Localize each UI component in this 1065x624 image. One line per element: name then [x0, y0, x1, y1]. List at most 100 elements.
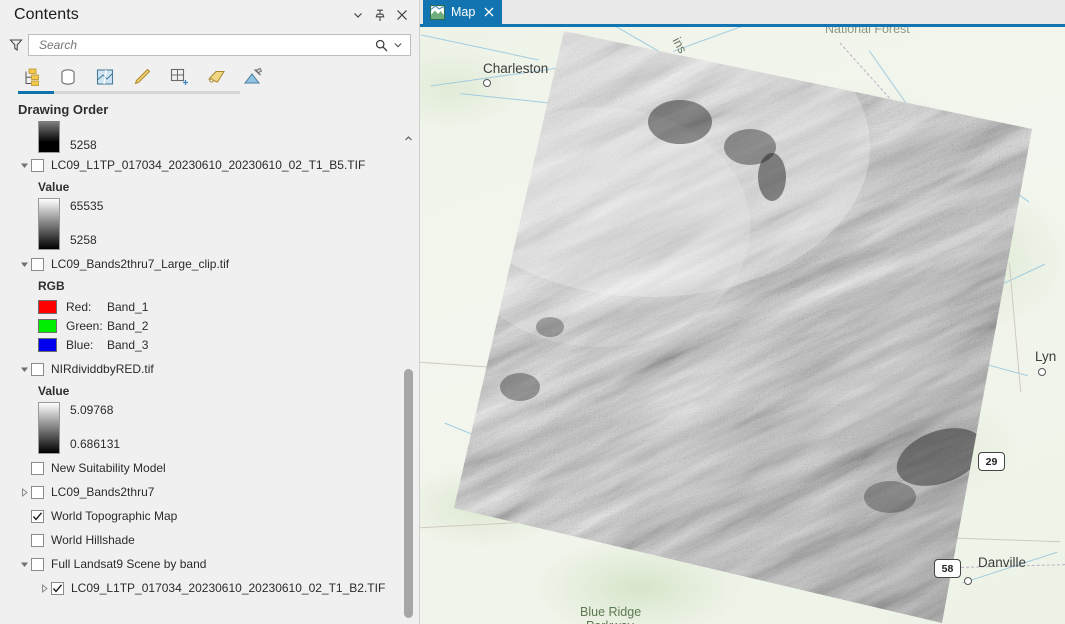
layer-checkbox-checked[interactable] [31, 509, 44, 523]
city-dot-lynchburg [1038, 368, 1046, 376]
contents-pane-header: Contents [0, 0, 419, 30]
layer-checkbox[interactable] [31, 533, 44, 547]
layer-label: World Hillshade [51, 533, 135, 547]
layer-row-world-hillshade[interactable]: World Hillshade [18, 528, 397, 552]
layer-row-landsat-b5[interactable]: LC09_L1TP_017034_20230610_20230610_02_T1… [18, 153, 397, 177]
layer-label: Full Landsat9 Scene by band [51, 557, 207, 571]
layer-row-world-topographic-map[interactable]: World Topographic Map [18, 504, 397, 528]
filter-icon[interactable] [4, 34, 28, 56]
toolbar-active-indicator [18, 91, 240, 94]
route-number: 29 [985, 455, 998, 468]
place-label-national-forest: National Forest [825, 27, 910, 36]
rgb-channel-name: Blue: [66, 337, 94, 352]
color-swatch-green [38, 318, 57, 333]
layer-checkbox[interactable] [31, 557, 44, 571]
layer-row-full-landsat9-scene-by-band[interactable]: Full Landsat9 Scene by band [18, 552, 397, 576]
tab-close-icon[interactable] [484, 7, 494, 17]
place-label-charleston: Charleston [483, 61, 549, 76]
layer-label: LC09_Bands2thru7 [51, 485, 155, 499]
search-input[interactable] [37, 37, 372, 53]
tab-map[interactable]: Map [423, 0, 503, 24]
layer-row-new-suitability-model[interactable]: New Suitability Model [18, 456, 397, 480]
layer-checkbox[interactable] [31, 485, 44, 499]
list-by-drawing-order-icon[interactable] [18, 64, 44, 90]
layer-label: LC09_L1TP_017034_20230610_20230610_02_T1… [71, 581, 386, 595]
layer-row-bands2thru7[interactable]: LC09_Bands2thru7 [18, 480, 397, 504]
layer-label: LC09_L1TP_017034_20230610_20230610_02_T1… [51, 158, 366, 172]
layer-checkbox-checked[interactable] [51, 581, 64, 595]
contents-scrollbar[interactable] [400, 130, 417, 624]
expand-arrow-right-icon[interactable] [38, 582, 51, 595]
list-by-charts-icon[interactable] [240, 64, 266, 90]
close-icon[interactable] [391, 4, 413, 26]
rgb-channel-red: Red: Band_1 [18, 297, 397, 316]
drawing-order-label: Drawing Order [18, 102, 109, 117]
tab-label: Map [451, 5, 476, 19]
expand-arrow-down-icon[interactable] [18, 159, 31, 172]
list-by-selection-icon[interactable] [92, 64, 118, 90]
layer-label: New Suitability Model [51, 461, 166, 475]
list-by-labeling-icon[interactable] [203, 64, 229, 90]
place-label-blue-ridge-parkway-line1: Blue Ridge [580, 605, 642, 619]
legend-heading-value-b5: Value [38, 180, 70, 194]
layer-label: LC09_Bands2thru7_Large_clip.tif [51, 257, 230, 271]
arcgis-pro-window: Contents Search Drawing Order 5258 LC09_… [0, 0, 1065, 624]
scrollbar-track[interactable] [404, 147, 413, 624]
layer-checkbox[interactable] [31, 257, 44, 271]
search-row [0, 32, 419, 58]
chevron-down-icon[interactable] [347, 4, 369, 26]
list-by-editing-icon[interactable] [129, 64, 155, 90]
layer-checkbox[interactable] [31, 362, 44, 376]
list-by-snapping-icon[interactable] [166, 64, 192, 90]
color-swatch-blue [38, 337, 57, 352]
search-icon[interactable] [372, 36, 390, 54]
layer-row-landsat-b2[interactable]: LC09_L1TP_017034_20230610_20230610_02_T1… [18, 576, 397, 600]
legend-low-label: 5258 [70, 138, 97, 152]
rgb-band-name: Band_3 [107, 337, 149, 352]
map-canvas[interactable]: Charleston Danville Lyn National Forest … [420, 27, 1065, 624]
scroll-up-arrow-icon[interactable] [400, 130, 417, 147]
city-dot-charleston [483, 79, 491, 87]
legend-gradient-nir: 5.09768 0.686131 [18, 402, 397, 454]
place-label-blue-ridge-parkway-line2: Parkway [586, 619, 634, 624]
legend-low-label: 5258 [70, 233, 97, 247]
color-swatch-red [38, 299, 57, 314]
rgb-channel-name: Green: [66, 318, 103, 333]
layer-row-bands2thru7-large-clip[interactable]: LC09_Bands2thru7_Large_clip.tif [18, 252, 397, 276]
rgb-band-name: Band_1 [107, 299, 149, 314]
legend-high-label: 5.09768 [70, 403, 114, 417]
route-shield-29: 29 [978, 452, 1005, 471]
expand-arrow-down-icon[interactable] [18, 558, 31, 571]
list-by-data-source-icon[interactable] [55, 64, 81, 90]
page-title: Contents [14, 6, 79, 23]
expand-arrow-right-icon[interactable] [18, 486, 31, 499]
expand-arrow-down-icon[interactable] [18, 363, 31, 376]
route-number: 58 [941, 562, 954, 575]
rgb-channel-green: Green: Band_2 [18, 316, 397, 335]
rgb-channel-name: Red: [66, 299, 92, 314]
legend-gradient-b5: 65535 5258 [18, 198, 397, 250]
legend-heading-rgb: RGB [38, 279, 65, 293]
landsat-scene-raster [420, 27, 1065, 624]
layer-label: NIRdividdbyRED.tif [51, 362, 154, 376]
rgb-band-name: Band_2 [107, 318, 149, 333]
place-label-danville: Danville [978, 555, 1027, 570]
legend-heading-value-nir: Value [38, 384, 70, 398]
contents-pane: Contents Search Drawing Order 5258 LC09_… [0, 0, 420, 624]
pin-icon[interactable] [369, 4, 391, 26]
expand-arrow-down-icon[interactable] [18, 258, 31, 271]
scrollbar-thumb[interactable] [404, 369, 413, 618]
layer-checkbox[interactable] [31, 158, 44, 172]
layer-row-nir-divided-by-red[interactable]: NIRdividdbyRED.tif [18, 357, 397, 381]
search-box[interactable] [28, 34, 411, 56]
map-icon [430, 4, 445, 20]
legend-gradient-partial: 5258 [18, 121, 397, 153]
layer-label: World Topographic Map [51, 509, 178, 523]
place-label-lynchburg: Lyn [1035, 349, 1057, 364]
legend-high-label: 65535 [70, 199, 104, 213]
rgb-channel-blue: Blue: Band_3 [18, 335, 397, 354]
search-chevron-down-icon[interactable] [390, 36, 406, 54]
contents-listing-toolbar [0, 58, 419, 96]
city-dot-danville [964, 577, 972, 585]
layer-checkbox[interactable] [31, 461, 44, 475]
